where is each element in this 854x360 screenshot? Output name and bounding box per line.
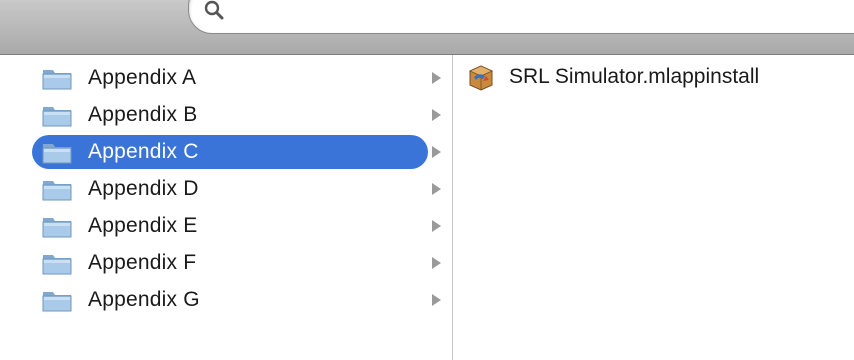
- folder-label: Appendix D: [88, 177, 199, 200]
- folder-icon: [42, 144, 72, 164]
- finder-window: Appendix A Appendix B Appendix C Appendi…: [0, 0, 854, 360]
- folder-label: Appendix C: [88, 140, 199, 163]
- folder-label: Appendix E: [88, 214, 198, 237]
- search-field[interactable]: [188, 0, 854, 34]
- folder-icon: [42, 218, 72, 238]
- folder-icon: [42, 70, 72, 90]
- folder-icon: [42, 292, 72, 312]
- search-icon: [204, 0, 224, 20]
- folder-row-appendix-d[interactable]: Appendix D: [32, 172, 441, 206]
- folder-row-appendix-b[interactable]: Appendix B: [32, 98, 441, 132]
- disclosure-triangle-icon: [432, 294, 441, 306]
- disclosure-triangle-icon: [432, 220, 441, 232]
- folder-label: Appendix G: [88, 288, 200, 311]
- disclosure-triangle-icon: [432, 109, 441, 121]
- folder-label: Appendix F: [88, 251, 197, 274]
- folder-row-appendix-f[interactable]: Appendix F: [32, 246, 441, 280]
- disclosure-triangle-icon: [432, 183, 441, 195]
- folder-icon: [42, 107, 72, 127]
- folder-row-appendix-e[interactable]: Appendix E: [32, 209, 441, 243]
- folder-label: Appendix B: [88, 103, 198, 126]
- search-input[interactable]: [233, 1, 837, 27]
- folder-label: Appendix A: [88, 66, 197, 89]
- file-row-srl-simulator[interactable]: SRL Simulator.mlappinstall: [467, 61, 759, 93]
- folder-row-appendix-g[interactable]: Appendix G: [32, 283, 441, 317]
- browser-column-files[interactable]: SRL Simulator.mlappinstall: [453, 55, 854, 360]
- toolbar: [0, 0, 854, 55]
- folder-icon: [42, 255, 72, 275]
- folder-row-appendix-a[interactable]: Appendix A: [32, 61, 441, 95]
- file-label: SRL Simulator.mlappinstall: [509, 65, 760, 88]
- disclosure-triangle-icon: [432, 257, 441, 269]
- disclosure-triangle-icon: [432, 72, 441, 84]
- folder-row-appendix-c[interactable]: Appendix C: [32, 135, 441, 169]
- browser-column-folders[interactable]: Appendix A Appendix B Appendix C Appendi…: [0, 55, 453, 360]
- folder-icon: [42, 181, 72, 201]
- disclosure-triangle-icon: [432, 146, 441, 158]
- mlappinstall-package-icon: [469, 65, 493, 91]
